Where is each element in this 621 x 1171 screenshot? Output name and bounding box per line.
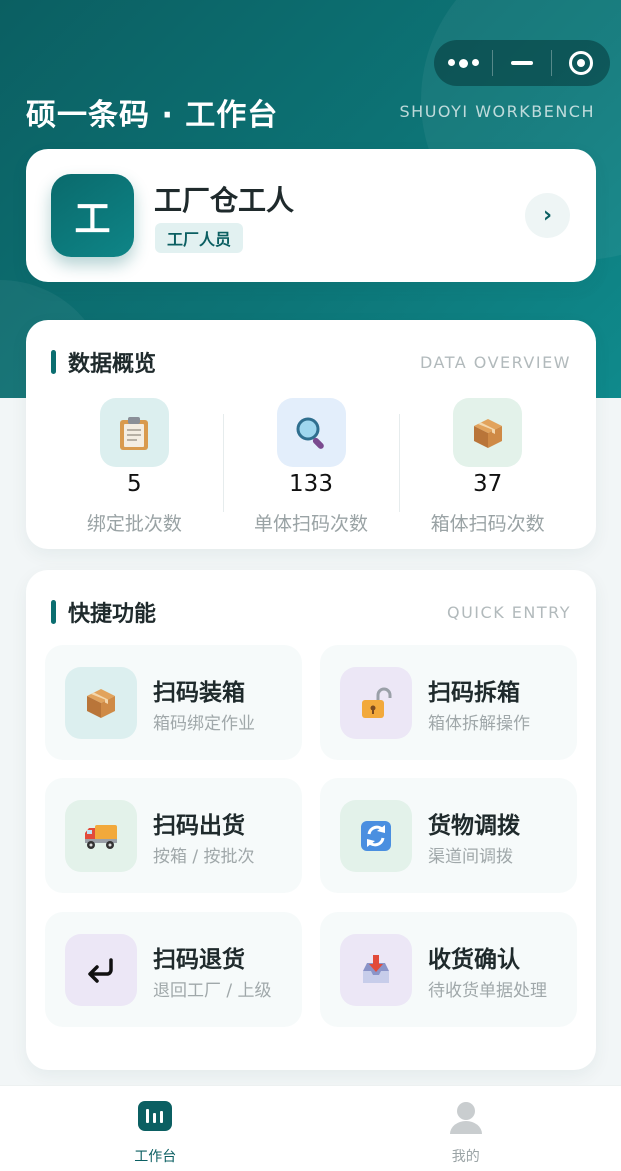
section-accent-bar bbox=[51, 350, 56, 374]
user-name: 工厂仓工人 bbox=[154, 179, 294, 219]
workbench-chart-icon bbox=[137, 1100, 173, 1138]
stat-bind-batches[interactable]: 5 绑定批次数 bbox=[46, 398, 223, 538]
package-icon bbox=[453, 398, 522, 467]
data-overview-card: 数据概览 DATA OVERVIEW 5 绑定批次数 bbox=[26, 320, 596, 549]
tile-title: 扫码拆箱 bbox=[428, 673, 520, 707]
tile-title: 收货确认 bbox=[428, 940, 520, 974]
section-title-en: DATA OVERVIEW bbox=[420, 353, 571, 372]
stat-value: 37 bbox=[473, 471, 502, 497]
role-badge: 工厂人员 bbox=[155, 223, 243, 253]
stat-value: 133 bbox=[289, 471, 333, 497]
tile-subtitle: 箱码绑定作业 bbox=[153, 709, 255, 734]
chevron-right-icon: › bbox=[543, 203, 552, 228]
tile-subtitle: 退回工厂 / 上级 bbox=[153, 976, 272, 1001]
more-dots-icon bbox=[448, 59, 479, 68]
section-header: 快捷功能 QUICK ENTRY bbox=[51, 596, 571, 628]
stat-label: 绑定批次数 bbox=[87, 509, 182, 536]
tile-goods-transfer[interactable]: 货物调拨 渠道间调拨 bbox=[320, 778, 577, 893]
tile-subtitle: 按箱 / 按批次 bbox=[153, 842, 255, 867]
user-icon bbox=[448, 1100, 484, 1138]
truck-icon bbox=[65, 800, 137, 872]
section-title-wrap: 数据概览 bbox=[51, 346, 156, 378]
return-arrow-icon bbox=[65, 934, 137, 1006]
tile-subtitle: 箱体拆解操作 bbox=[428, 709, 530, 734]
close-miniprogram-button[interactable] bbox=[552, 40, 610, 86]
avatar: 工 bbox=[51, 174, 134, 257]
stat-single-scans[interactable]: 133 单体扫码次数 bbox=[223, 398, 400, 538]
stats-row: 5 绑定批次数 133 单体扫码次数 37 bbox=[46, 398, 576, 538]
unlock-icon bbox=[340, 667, 412, 739]
section-title-en: QUICK ENTRY bbox=[447, 603, 571, 622]
target-circle-icon bbox=[569, 51, 593, 75]
tile-scan-pack[interactable]: 扫码装箱 箱码绑定作业 bbox=[45, 645, 302, 760]
section-title: 数据概览 bbox=[68, 346, 156, 378]
tab-workbench[interactable]: 工作台 bbox=[0, 1086, 311, 1171]
quick-entry-card: 快捷功能 QUICK ENTRY 扫码装箱 箱码绑定作业 扫码拆箱 箱体拆解操 bbox=[26, 570, 596, 1070]
section-header: 数据概览 DATA OVERVIEW bbox=[51, 346, 571, 378]
stat-label: 箱体扫码次数 bbox=[431, 509, 545, 536]
tab-label: 我的 bbox=[452, 1146, 480, 1166]
miniprogram-capsule bbox=[434, 40, 610, 86]
tile-subtitle: 待收货单据处理 bbox=[428, 976, 547, 1001]
stat-value: 5 bbox=[127, 471, 142, 497]
minimize-icon bbox=[511, 61, 533, 65]
clipboard-icon bbox=[100, 398, 169, 467]
page-subtitle: SHUOYI WORKBENCH bbox=[400, 102, 595, 121]
stat-box-scans[interactable]: 37 箱体扫码次数 bbox=[399, 398, 576, 538]
stat-label: 单体扫码次数 bbox=[254, 509, 368, 536]
magnifier-icon bbox=[277, 398, 346, 467]
tile-scan-return[interactable]: 扫码退货 退回工厂 / 上级 bbox=[45, 912, 302, 1027]
profile-card[interactable]: 工 工厂仓工人 工厂人员 › bbox=[26, 149, 596, 282]
refresh-icon bbox=[340, 800, 412, 872]
tile-scan-ship[interactable]: 扫码出货 按箱 / 按批次 bbox=[45, 778, 302, 893]
tab-mine[interactable]: 我的 bbox=[311, 1086, 621, 1171]
section-accent-bar bbox=[51, 600, 56, 624]
tile-title: 扫码出货 bbox=[153, 806, 245, 840]
tile-scan-unpack[interactable]: 扫码拆箱 箱体拆解操作 bbox=[320, 645, 577, 760]
tab-bar: 工作台 我的 bbox=[0, 1085, 621, 1171]
inbox-icon bbox=[340, 934, 412, 1006]
minimize-button[interactable] bbox=[493, 40, 551, 86]
section-title: 快捷功能 bbox=[68, 596, 156, 628]
tile-subtitle: 渠道间调拨 bbox=[428, 842, 513, 867]
page-title: 硕一条码 · 工作台 bbox=[26, 90, 278, 134]
package-icon bbox=[65, 667, 137, 739]
section-title-wrap: 快捷功能 bbox=[51, 596, 156, 628]
tile-title: 扫码退货 bbox=[153, 940, 245, 974]
tile-title: 扫码装箱 bbox=[153, 673, 245, 707]
more-button[interactable] bbox=[434, 40, 492, 86]
tile-receipt-confirm[interactable]: 收货确认 待收货单据处理 bbox=[320, 912, 577, 1027]
tab-label: 工作台 bbox=[134, 1146, 176, 1166]
tile-title: 货物调拨 bbox=[428, 806, 520, 840]
profile-arrow-button[interactable]: › bbox=[525, 193, 570, 238]
